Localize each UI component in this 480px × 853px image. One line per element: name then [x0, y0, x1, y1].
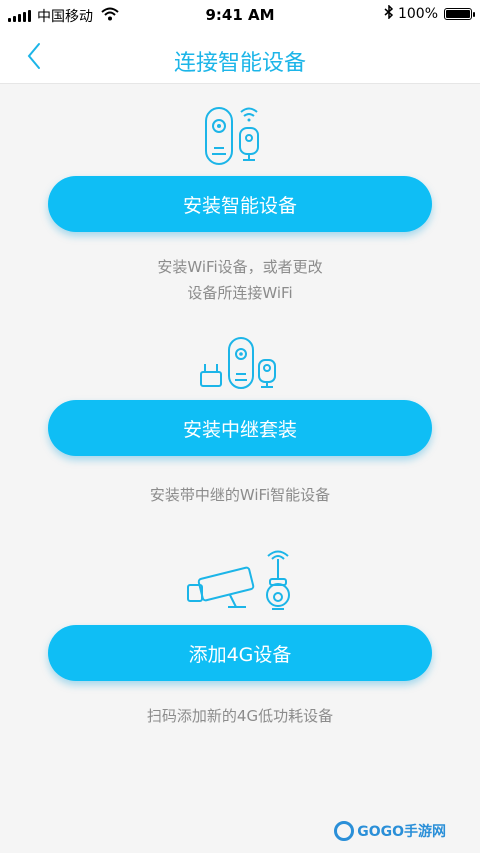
4g-camera-icon: [0, 547, 480, 619]
install-smart-device-desc: 安装WiFi设备，或者更改 设备所连接WiFi: [0, 254, 480, 306]
repeater-kit-icon: [0, 332, 480, 394]
add-4g-device-desc: 扫码添加新的4G低功耗设备: [0, 703, 480, 729]
page-title: 连接智能设备: [173, 51, 306, 76]
section-add-4g-device: 添加4G设备 扫码添加新的4G低功耗设备: [0, 545, 480, 735]
desc-line: 安装带中继的WiFi智能设备: [149, 486, 331, 504]
nav-bar: 连接智能设备: [0, 30, 480, 84]
section-install-smart-device: 安装智能设备 安装WiFi设备，或者更改 设备所连接WiFi: [0, 84, 480, 314]
desc-line: 扫码添加新的4G低功耗设备: [146, 707, 334, 725]
status-right: 100%: [384, 4, 475, 23]
watermark-logo: GOGO手游网: [334, 821, 446, 841]
status-bar: 中国移动 9:41 AM 100%: [0, 0, 480, 30]
install-smart-device-button[interactable]: 安装智能设备: [48, 176, 432, 232]
battery-percent: 100%: [397, 6, 438, 22]
add-4g-device-button[interactable]: 添加4G设备: [48, 625, 432, 681]
battery-icon: [444, 8, 475, 20]
desc-line: 安装WiFi设备，或者更改: [157, 258, 323, 276]
install-repeater-kit-desc: 安装带中继的WiFi智能设备: [0, 482, 480, 508]
watermark-text: GOGO手游网: [357, 824, 446, 840]
battery-fill: [446, 10, 470, 18]
install-repeater-kit-button[interactable]: 安装中继套装: [48, 400, 432, 456]
desc-line: 设备所连接WiFi: [187, 284, 293, 302]
section-install-repeater-kit: 安装中继套装 安装带中继的WiFi智能设备: [0, 330, 480, 520]
bluetooth-icon: [384, 4, 394, 23]
watermark-circle-icon: [334, 821, 355, 841]
smart-doorbell-camera-icon: [0, 102, 480, 168]
